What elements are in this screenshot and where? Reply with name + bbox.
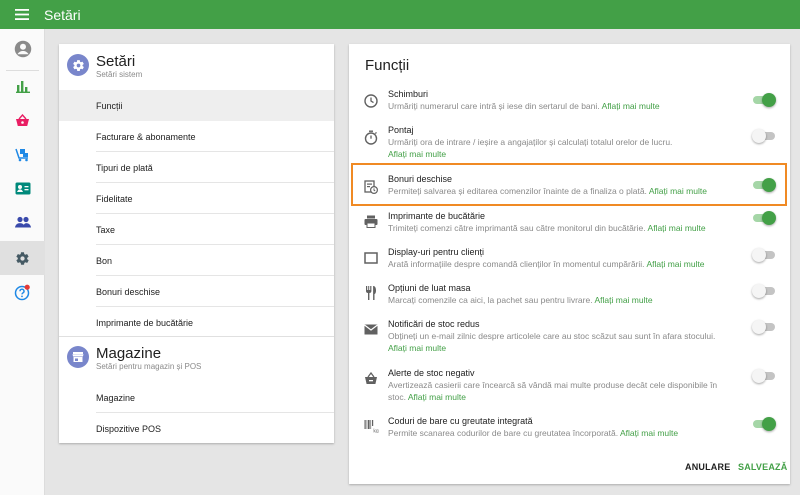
help-icon	[14, 284, 30, 300]
stores-section-subtitle: Setări pentru magazin și POS	[96, 362, 202, 371]
printer-icon	[364, 215, 378, 228]
feature-toggle[interactable]	[752, 369, 776, 383]
settings-section-title: Setări	[96, 53, 136, 70]
learn-more-link[interactable]: Aflați mai multe	[388, 343, 446, 353]
highlight-frame	[351, 163, 787, 206]
nav-item-bonuri-deschise[interactable]: Bonuri deschise	[59, 276, 334, 307]
items-cart-icon	[15, 148, 28, 161]
nav-item-tipuri-plata[interactable]: Tipuri de plată	[59, 152, 334, 183]
learn-more-link[interactable]: Aflați mai multe	[620, 428, 678, 438]
nav-item-dispozitive-pos[interactable]: Dispozitive POS	[59, 413, 334, 444]
feature-name: Opțiuni de luat masa	[388, 283, 471, 293]
settings-icon	[72, 59, 84, 71]
bar-chart-icon	[15, 81, 30, 93]
learn-more-link[interactable]: Aflați mai multe	[594, 295, 652, 305]
feature-icon-wrap: kg	[363, 418, 379, 434]
feature-description: Urmăriți ora de intrare / ieșire a angaj…	[388, 137, 673, 159]
nav-item-taxe[interactable]: Taxe	[59, 214, 334, 245]
menu-button[interactable]	[0, 0, 44, 29]
stores-section-icon	[67, 346, 89, 368]
feature-icon-wrap	[363, 93, 379, 109]
clock-icon	[364, 94, 378, 108]
feature-name: Imprimante de bucătărie	[388, 211, 486, 221]
feature-name: Notificări de stoc redus	[388, 319, 480, 329]
account-circle-icon	[14, 40, 31, 58]
settings-icon	[16, 251, 29, 265]
feature-name: Coduri de bare cu greutate integrată	[388, 416, 533, 426]
cancel-button[interactable]: ANULARE	[685, 462, 730, 472]
feature-icon-wrap	[363, 285, 379, 301]
basket-icon	[16, 113, 29, 126]
store-icon	[72, 352, 84, 362]
rail-reports[interactable]	[0, 69, 45, 103]
feature-toggle[interactable]	[752, 284, 776, 298]
rail-items[interactable]	[0, 137, 45, 171]
nav-item-magazine[interactable]: Magazine	[59, 382, 334, 413]
feature-description: Trimiteți comenzi către imprimantă sau c…	[388, 223, 706, 233]
feature-icon-wrap	[363, 213, 379, 229]
feature-description: Avertizează casierii care încearcă să vâ…	[388, 380, 718, 402]
feature-icon-wrap	[363, 321, 379, 337]
badge-card-icon	[15, 182, 30, 194]
rail-account[interactable]	[0, 32, 45, 66]
barcode-weight-icon: kg	[364, 420, 379, 434]
learn-more-link[interactable]: Aflați mai multe	[602, 101, 660, 111]
svg-text:kg: kg	[373, 429, 379, 434]
feature-toggle[interactable]	[752, 211, 776, 225]
rail-sales[interactable]	[0, 103, 45, 137]
feature-name: Display-uri pentru clienți	[388, 247, 485, 257]
rail-customers[interactable]	[0, 205, 45, 239]
feature-toggle[interactable]	[752, 93, 776, 107]
dining-icon	[366, 286, 376, 300]
page-title: Setări	[44, 6, 81, 23]
settings-section-header: Setări Setări sistem	[59, 44, 334, 90]
rail-employees[interactable]	[0, 171, 45, 205]
learn-more-link[interactable]: Aflați mai multe	[408, 392, 466, 402]
feature-description: Permite scanarea codurilor de bare cu gr…	[388, 428, 679, 438]
settings-section-icon	[67, 54, 89, 76]
rail-help[interactable]	[0, 275, 45, 309]
negative-stock-icon	[365, 371, 377, 384]
hamburger-menu-icon	[15, 9, 29, 20]
mail-icon	[364, 324, 378, 334]
settings-nav-card: Setări Setări sistem Funcții Facturare &…	[59, 44, 334, 443]
feature-description: Arată informațiile despre comandă clienț…	[388, 259, 705, 269]
settings-section-subtitle: Setări sistem	[96, 70, 143, 79]
nav-item-functii[interactable]: Funcții	[59, 90, 334, 121]
feature-description: Marcați comenzile ca aici, la pachet sau…	[388, 295, 653, 305]
feature-name: Schimburi	[388, 89, 429, 99]
nav-item-bon[interactable]: Bon	[59, 245, 334, 276]
learn-more-link[interactable]: Aflați mai multe	[388, 149, 446, 159]
feature-icon-wrap	[363, 250, 379, 266]
stopwatch-icon	[364, 130, 378, 145]
nav-rail	[0, 29, 45, 495]
features-title: Funcții	[365, 57, 410, 74]
feature-toggle[interactable]	[752, 248, 776, 262]
display-icon	[364, 252, 378, 264]
learn-more-link[interactable]: Aflați mai multe	[648, 223, 706, 233]
feature-name: Alerte de stoc negativ	[388, 368, 475, 378]
app-bar: Setări	[0, 0, 800, 29]
feature-toggle[interactable]	[752, 129, 776, 143]
save-button[interactable]: SALVEAZĂ	[738, 462, 787, 472]
feature-icon-wrap	[363, 370, 379, 386]
feature-description: Obțineți un e-mail zilnic despre articol…	[388, 331, 716, 353]
feature-toggle[interactable]	[752, 320, 776, 334]
feature-name: Pontaj	[388, 125, 414, 135]
nav-item-imprimante[interactable]: Imprimante de bucătărie	[59, 307, 334, 338]
rail-settings[interactable]	[0, 241, 45, 275]
learn-more-link[interactable]: Aflați mai multe	[646, 259, 704, 269]
stores-section-header: Magazine Setări pentru magazin și POS	[59, 336, 334, 382]
stores-section-title: Magazine	[96, 345, 162, 362]
features-card: Funcții Schimburi Urmăriți numerarul car…	[349, 44, 790, 484]
people-icon	[14, 216, 31, 228]
feature-icon-wrap	[363, 129, 379, 145]
feature-toggle[interactable]	[752, 417, 776, 431]
feature-description: Urmăriți numerarul care intră și iese di…	[388, 101, 660, 111]
nav-item-facturare[interactable]: Facturare & abonamente	[59, 121, 334, 152]
nav-item-fidelitate[interactable]: Fidelitate	[59, 183, 334, 214]
